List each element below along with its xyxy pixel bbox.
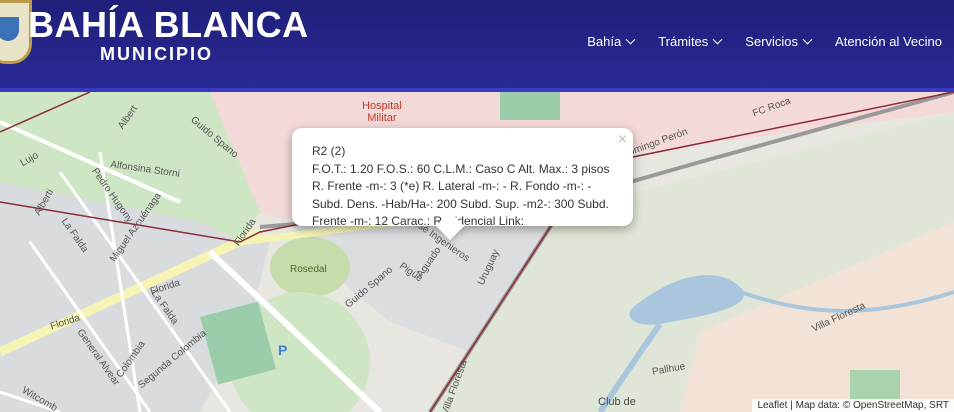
club-label: Club de: [598, 396, 636, 408]
chevron-down-icon: [802, 34, 813, 45]
nav-servicios-label: Servicios: [745, 34, 799, 49]
site-header: BAHÍA BLANCA MUNICIPIO Bahía Trámites Se…: [0, 0, 954, 92]
popup-line: F.O.T.: 1.20 F.O.S.: 60 C.L.M.: Caso C A…: [312, 161, 610, 176]
nav-atencion-label: Atención al Vecino: [835, 34, 942, 49]
park-label: Rosedal: [290, 264, 327, 275]
popup-line: R. Frente -m-: 3 (*e) R. Lateral -m-: - …: [312, 179, 592, 193]
popup-line: R2 (2): [312, 144, 346, 158]
nav-tramites-label: Trámites: [658, 34, 709, 49]
brand-title[interactable]: BAHÍA BLANCA: [28, 4, 309, 46]
hospital-label-line2: Militar: [367, 112, 397, 124]
popup-line: Subd. Dens. -Hab/Ha-: 200 Subd. Sup. -m2…: [312, 196, 609, 211]
hospital-label: Hospital Militar: [362, 100, 402, 124]
close-icon[interactable]: ×: [618, 131, 627, 149]
brand-subtitle[interactable]: MUNICIPIO: [100, 44, 213, 65]
main-nav: Bahía Trámites Servicios Atención al Vec…: [575, 34, 954, 49]
nav-bahia-label: Bahía: [587, 34, 622, 49]
popup-content: R2 (2) F.O.T.: 1.20 F.O.S.: 60 C.L.M.: C…: [312, 143, 617, 231]
popup-line: Frente -m-: 12 Carac.: Residencial Link:: [312, 214, 525, 228]
chevron-down-icon: [625, 34, 636, 45]
map-attribution[interactable]: Leaflet | Map data: © OpenStreetMap, SRT: [752, 399, 954, 412]
zoning-popup: × R2 (2) F.O.T.: 1.20 F.O.S.: 60 C.L.M.:…: [292, 128, 633, 241]
nav-tramites[interactable]: Trámites: [646, 34, 733, 49]
hospital-label-line1: Hospital: [362, 100, 402, 112]
nav-bahia[interactable]: Bahía: [575, 34, 646, 49]
chevron-down-icon: [712, 34, 723, 45]
nav-servicios[interactable]: Servicios: [733, 34, 823, 49]
nav-atencion[interactable]: Atención al Vecino: [823, 34, 954, 49]
parking-icon: P: [278, 342, 288, 358]
